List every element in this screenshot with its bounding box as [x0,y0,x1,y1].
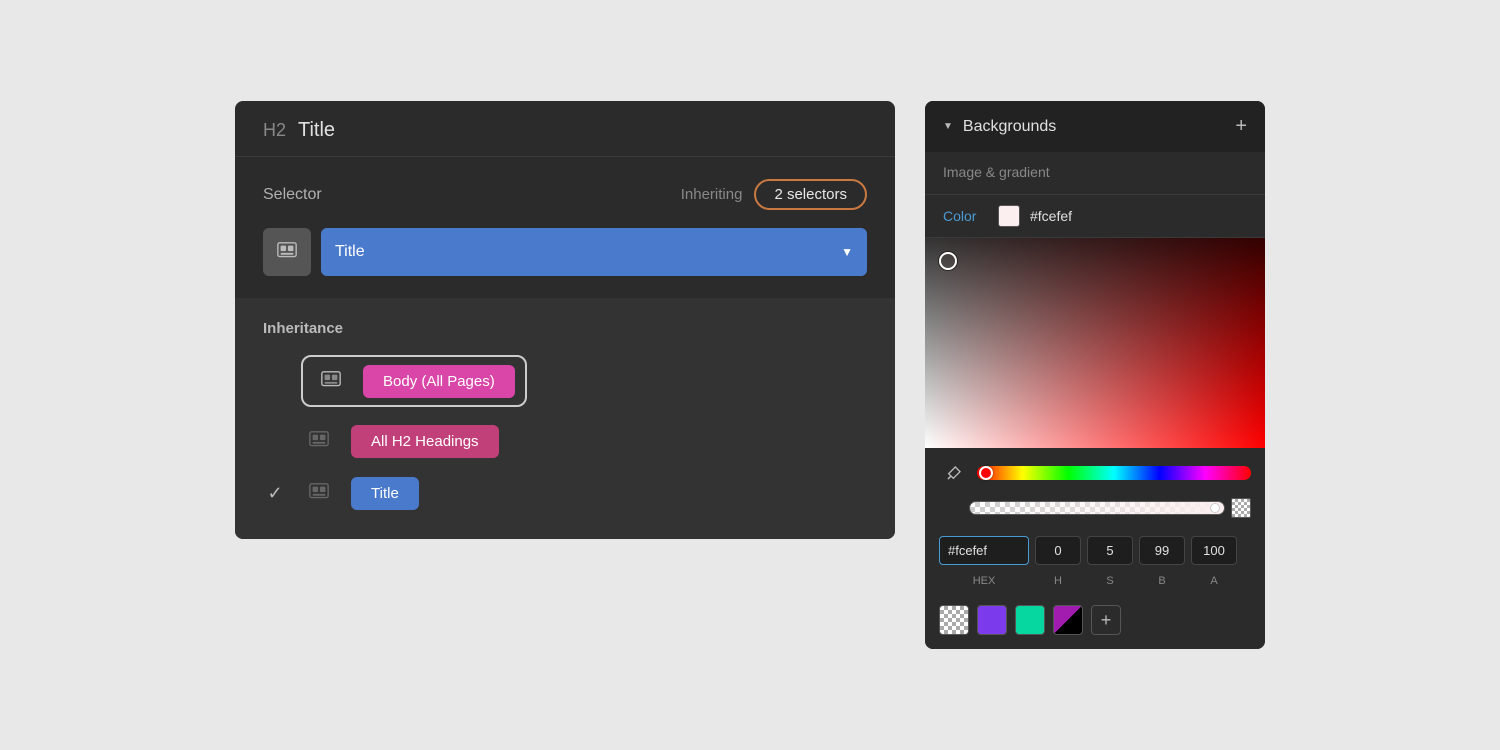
title-tag: Title [351,477,419,510]
swatch-purple[interactable] [977,605,1007,635]
s-label: S [1087,575,1133,587]
selector-label: Selector [263,186,322,204]
list-item: Body (All Pages) [263,355,867,407]
a-label: A [1191,575,1237,587]
inheriting-text: Inheriting [681,186,743,203]
selector-dropdown-row: Title ▼ [235,228,895,298]
alpha-row [925,498,1265,528]
a-input[interactable] [1191,536,1237,565]
title-icon [301,475,337,511]
color-label[interactable]: Color [943,208,988,224]
inheritance-title: Inheritance [263,320,867,337]
layout-icon [320,370,342,392]
input-row [925,528,1265,573]
layout-icon [276,241,298,263]
hue-slider[interactable] [977,466,1251,480]
layout-icon [308,482,330,504]
alpha-end-icon [1231,498,1251,518]
swatch-magenta-dark[interactable] [1053,605,1083,635]
h2-label: H2 [263,120,286,141]
body-item-outlined[interactable]: Body (All Pages) [301,355,527,407]
hue-thumb [979,466,993,480]
list-item: All H2 Headings [263,423,867,459]
add-swatch-button[interactable]: + [1091,605,1121,635]
alpha-slider[interactable] [969,501,1225,515]
selector-icon-button[interactable] [263,228,311,276]
right-panel: ▼ Backgrounds + Image & gradient Color #… [925,101,1265,649]
s-input[interactable] [1087,536,1133,565]
h2-tag: All H2 Headings [351,425,499,458]
list-item: ✓ Title [263,475,867,511]
inheritance-section: Inheritance Body (All Pages) [235,298,895,539]
color-swatch[interactable] [998,205,1020,227]
color-row: Color #fcefef [925,195,1265,238]
color-picker-thumb [939,252,957,270]
selector-dropdown[interactable]: Title ▼ [321,228,867,276]
left-header: H2 Title [235,101,895,157]
add-icon[interactable]: + [1235,115,1247,138]
dropdown-label: Title [335,243,365,261]
color-hex-display: #fcefef [1030,208,1072,224]
image-gradient-row: Image & gradient [925,152,1265,195]
swatch-transparent[interactable] [939,605,969,635]
right-header: ▼ Backgrounds + [925,101,1265,152]
h-input[interactable] [1035,536,1081,565]
hex-input[interactable] [939,536,1029,565]
swatch-cyan[interactable] [1015,605,1045,635]
chevron-down-icon: ▼ [841,245,853,259]
body-icon [313,363,349,399]
check-icon: ✓ [263,483,287,504]
h-label: H [1035,575,1081,587]
inheriting-group: Inheriting 2 selectors [681,179,867,210]
eyedropper-button[interactable] [939,458,969,488]
selector-row: Selector Inheriting 2 selectors [235,157,895,228]
color-picker-area[interactable] [925,238,1265,448]
image-gradient-label: Image & gradient [943,164,1050,180]
hex-label: HEX [939,575,1029,587]
label-row: HEX H S B A [925,573,1265,597]
page-title: Title [298,119,335,142]
left-panel: H2 Title Selector Inheriting 2 selectors [235,101,895,539]
h2-icon [301,423,337,459]
eyedropper-icon [946,465,962,481]
swatches-row: + [925,597,1265,649]
layout-icon [308,430,330,452]
alpha-thumb [1210,503,1220,513]
backgrounds-title: Backgrounds [963,118,1225,136]
b-input[interactable] [1139,536,1185,565]
hue-bar-row [925,448,1265,498]
b-label: B [1139,575,1185,587]
triangle-icon: ▼ [943,121,953,132]
selectors-badge[interactable]: 2 selectors [754,179,867,210]
body-tag: Body (All Pages) [363,365,515,398]
